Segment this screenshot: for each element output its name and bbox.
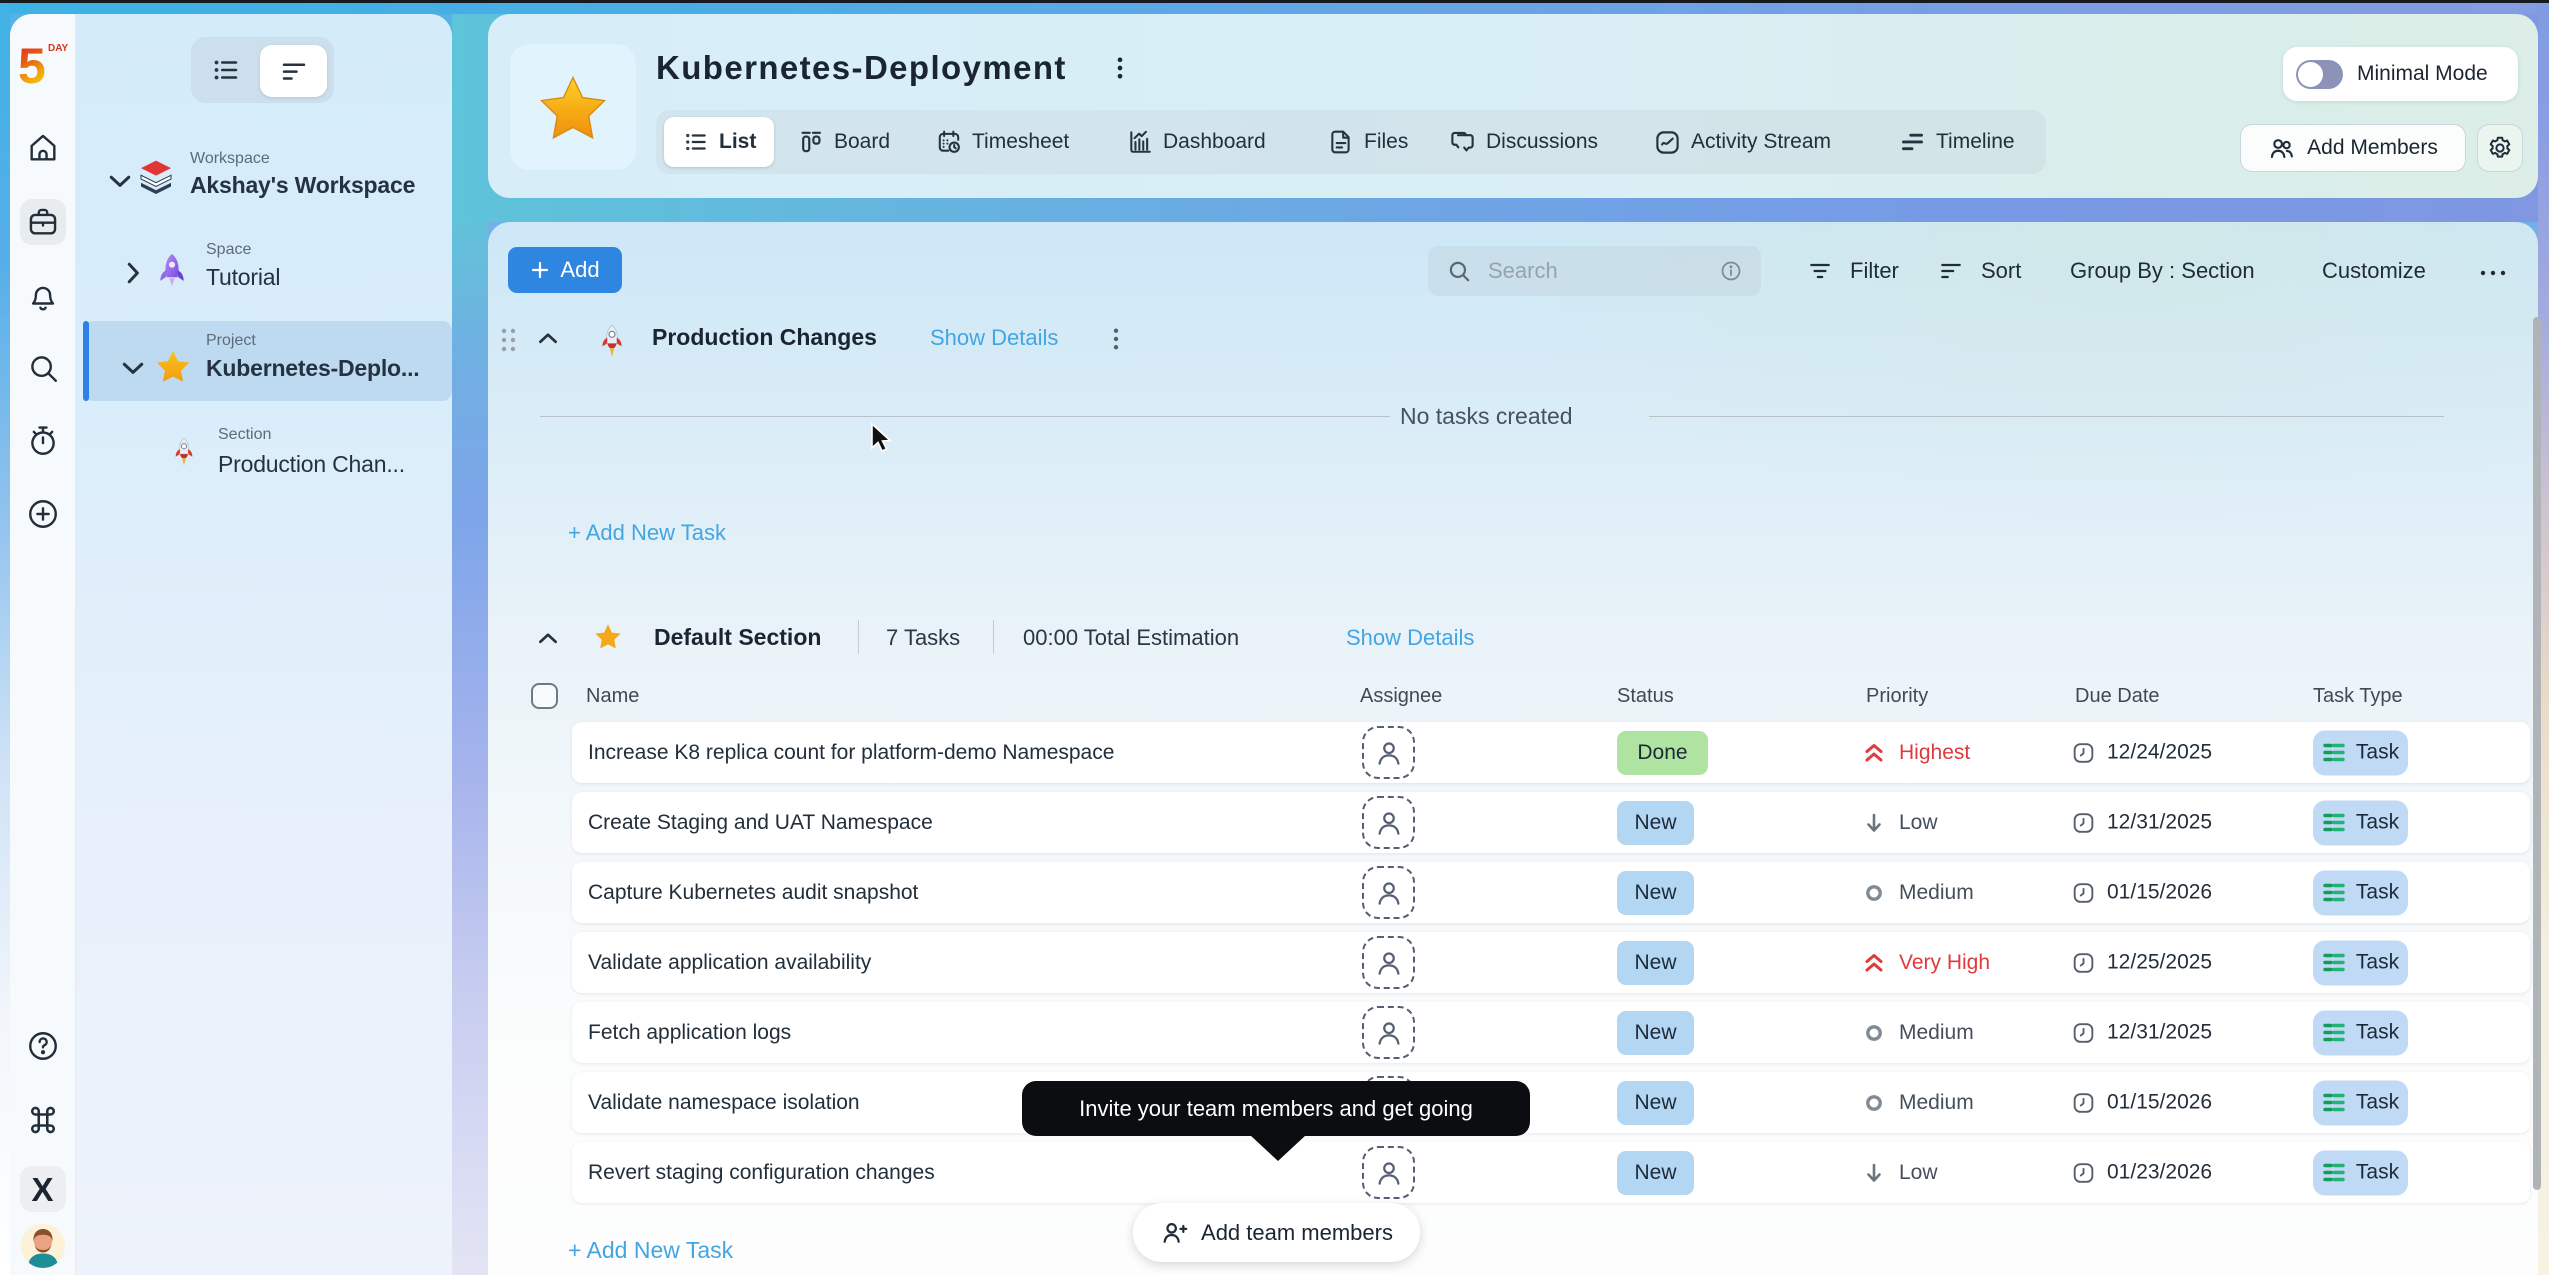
svg-text:5: 5 [18, 41, 46, 85]
svg-text:DAY: DAY [48, 43, 69, 54]
